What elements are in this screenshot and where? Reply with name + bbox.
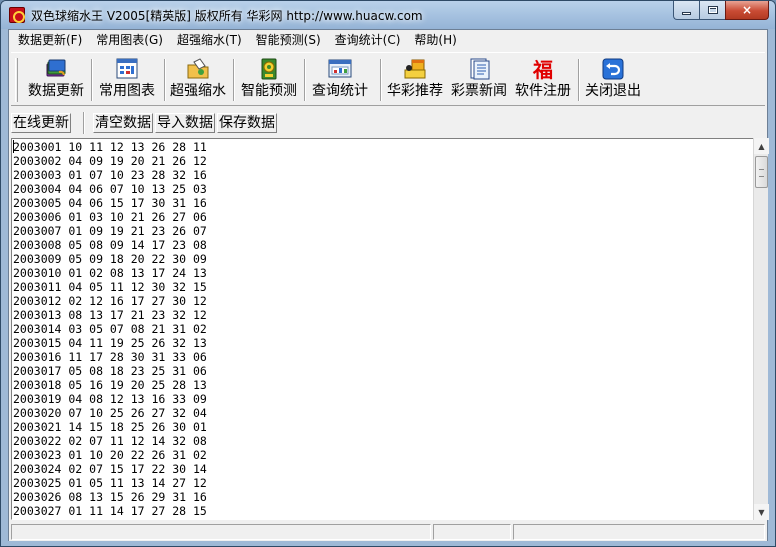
draw-record-line: 2003001 10 11 12 13 26 28 11	[13, 140, 207, 154]
close-icon: ×	[741, 3, 753, 17]
draw-record-line: 2003004 04 06 07 10 13 25 03	[13, 182, 207, 196]
recommend-button[interactable]: 华彩推荐	[384, 57, 446, 103]
common-charts-label: 常用图表	[99, 83, 155, 99]
draw-record-line: 2003025 01 05 11 13 14 27 12	[13, 476, 207, 490]
title-bar[interactable]: 双色球缩水王 V2005[精英版] 版权所有 华彩网 http://www.hu…	[1, 1, 775, 29]
draw-record-line: 2003022 02 07 11 12 14 32 08	[13, 434, 207, 448]
caption-buttons: ×	[673, 1, 769, 21]
menu-common-charts[interactable]: 常用图表(G)	[89, 30, 170, 50]
close-button[interactable]: ×	[725, 1, 769, 20]
query-stats-label: 查询统计	[312, 83, 368, 99]
draw-record-line: 2003003 01 07 10 23 28 32 16	[13, 168, 207, 182]
book-refresh-icon	[44, 58, 68, 80]
toolbar-separator	[164, 59, 166, 101]
lottery-news-label: 彩票新闻	[451, 83, 507, 99]
draw-record-line: 2003009 05 09 18 20 22 30 09	[13, 252, 207, 266]
menu-help[interactable]: 帮助(H)	[407, 30, 463, 50]
draw-record-line: 2003016 11 17 28 30 31 33 06	[13, 350, 207, 364]
minimize-button[interactable]	[673, 1, 699, 20]
recommend-label: 华彩推荐	[387, 83, 443, 99]
close-exit-button[interactable]: 关闭退出	[583, 57, 643, 103]
super-shrink-label: 超强缩水	[170, 83, 226, 99]
app-window: 双色球缩水王 V2005[精英版] 版权所有 华彩网 http://www.hu…	[0, 0, 776, 547]
menu-smart-predict[interactable]: 智能预测(S)	[249, 30, 328, 50]
lottery-news-button[interactable]: 彩票新闻	[448, 57, 510, 103]
status-panel-3	[513, 524, 765, 540]
scroll-down-icon[interactable]: ▼	[754, 504, 769, 520]
window-title: 双色球缩水王 V2005[精英版] 版权所有 华彩网 http://www.hu…	[31, 9, 423, 23]
draw-record-line: 2003014 03 05 07 08 21 31 02	[13, 322, 207, 336]
toolbar-separator	[380, 59, 382, 101]
shrink-folder-icon	[186, 58, 210, 80]
menu-data-update[interactable]: 数据更新(F)	[11, 30, 89, 50]
draw-record-line: 2003013 08 13 17 21 23 32 12	[13, 308, 207, 322]
data-toolbar: 在线更新 清空数据 导入数据 保存数据	[11, 108, 765, 136]
common-charts-button[interactable]: 常用图表	[97, 57, 157, 103]
toolbar-separator	[578, 59, 580, 101]
draw-record-line: 2003019 04 08 12 13 16 33 09	[13, 392, 207, 406]
svg-text:福: 福	[532, 58, 553, 80]
draw-record-line: 2003007 01 09 19 21 23 26 07	[13, 224, 207, 238]
data-update-label: 数据更新	[28, 83, 84, 99]
client-area: 数据更新(F) 常用图表(G) 超强缩水(T) 智能预测(S) 查询统计(C) …	[8, 29, 769, 541]
draw-record-line: 2003002 04 09 19 20 21 26 12	[13, 154, 207, 168]
import-data-button[interactable]: 导入数据	[155, 113, 215, 133]
minimize-icon	[682, 11, 691, 15]
stats-window-icon	[328, 58, 352, 80]
draw-record-line: 2003024 02 07 15 17 22 30 14	[13, 462, 207, 476]
scroll-up-icon[interactable]: ▲	[754, 138, 769, 154]
draw-record-line: 2003021 14 15 18 25 26 30 01	[13, 420, 207, 434]
toolbar-separator	[233, 59, 235, 101]
draw-record-line: 2003020 07 10 25 26 27 32 04	[13, 406, 207, 420]
predict-gear-icon	[257, 58, 281, 80]
scroll-thumb[interactable]	[755, 156, 768, 188]
vertical-scrollbar[interactable]: ▲ ▼	[753, 138, 769, 520]
draw-record-line: 2003017 05 08 18 23 25 31 06	[13, 364, 207, 378]
draw-record-line: 2003011 04 05 11 12 30 32 15	[13, 280, 207, 294]
smart-predict-label: 智能预测	[241, 83, 297, 99]
clear-data-button[interactable]: 清空数据	[93, 113, 153, 133]
draw-list: 2003001 10 11 12 13 26 28 11 2003002 04 0…	[13, 140, 737, 518]
news-doc-icon	[467, 58, 491, 80]
query-stats-button[interactable]: 查询统计	[310, 57, 370, 103]
maximize-icon	[707, 6, 718, 14]
draw-record-line: 2003012 02 12 16 17 27 30 12	[13, 294, 207, 308]
draw-record-line: 2003027 01 11 14 17 27 28 15	[13, 504, 207, 518]
maximize-button[interactable]	[699, 1, 725, 20]
data-update-button[interactable]: 数据更新	[26, 57, 86, 103]
toolbar-separator	[304, 59, 306, 101]
draw-record-line: 2003010 01 02 08 13 17 24 13	[13, 266, 207, 280]
smart-predict-button[interactable]: 智能预测	[239, 57, 299, 103]
toolbar-separator	[91, 59, 93, 101]
software-register-button[interactable]: 福 软件注册	[512, 57, 574, 103]
text-caret	[13, 140, 14, 153]
menu-super-shrink[interactable]: 超强缩水(T)	[170, 30, 249, 50]
app-logo-icon[interactable]	[9, 7, 25, 23]
software-register-label: 软件注册	[515, 83, 571, 99]
save-data-button[interactable]: 保存数据	[217, 113, 277, 133]
status-panel-2	[433, 524, 511, 540]
fu-register-icon: 福	[531, 58, 555, 82]
draw-record-line: 2003023 01 10 20 22 26 31 02	[13, 448, 207, 462]
menu-query-stats[interactable]: 查询统计(C)	[328, 30, 408, 50]
menu-bar: 数据更新(F) 常用图表(G) 超强缩水(T) 智能预测(S) 查询统计(C) …	[9, 30, 767, 50]
recommend-icon	[403, 58, 427, 80]
draw-record-line: 2003005 04 06 15 17 30 31 16	[13, 196, 207, 210]
close-exit-label: 关闭退出	[585, 83, 641, 99]
toolbar-separator	[83, 112, 85, 134]
draw-record-line: 2003006 01 03 10 21 26 27 06	[13, 210, 207, 224]
draw-record-line: 2003026 08 13 15 26 29 31 16	[13, 490, 207, 504]
exit-arrow-icon	[601, 58, 625, 80]
status-panel-1	[11, 524, 431, 540]
draw-data-textarea[interactable]: 2003001 10 11 12 13 26 28 11 2003002 04 0…	[11, 138, 755, 520]
toolbar-grip[interactable]	[15, 58, 18, 102]
draw-record-line: 2003018 05 16 19 20 25 28 13	[13, 378, 207, 392]
main-toolbar: 数据更新 常用图表 超强缩水 智能预测 查询统计 华彩推荐 彩票新闻 福 软件注…	[11, 52, 765, 106]
chart-grid-icon	[115, 58, 139, 80]
super-shrink-button[interactable]: 超强缩水	[168, 57, 228, 103]
status-bar	[9, 522, 767, 541]
online-update-button[interactable]: 在线更新	[11, 113, 71, 133]
draw-record-line: 2003008 05 08 09 14 17 23 08	[13, 238, 207, 252]
draw-record-line: 2003015 04 11 19 25 26 32 13	[13, 336, 207, 350]
